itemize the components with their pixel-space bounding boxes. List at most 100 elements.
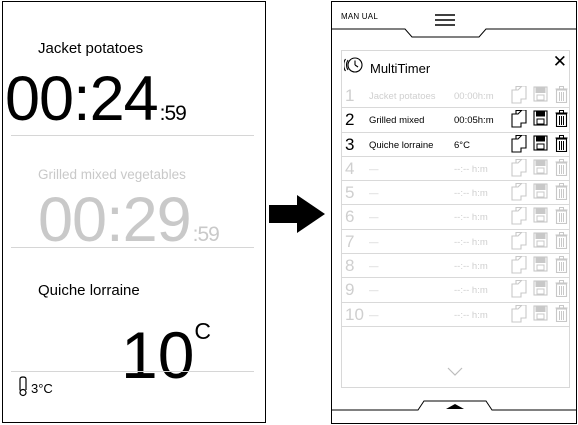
timer-row[interactable]: 6 — --:-- h:m: [342, 205, 569, 230]
row-number: 10: [345, 304, 364, 324]
panel-title: MultiTimer: [370, 61, 431, 76]
timer-row[interactable]: 8 — --:-- h:m: [342, 254, 569, 279]
row-number: 4: [345, 158, 355, 178]
save-icon[interactable]: [533, 305, 548, 326]
panel-header: MultiTimer ✕: [342, 51, 569, 79]
timer-row[interactable]: 1 Jacket potatoes 00:00h:m: [342, 84, 569, 109]
row-value: --:-- h:m: [454, 212, 488, 224]
row-value: --:-- h:m: [454, 188, 488, 200]
timer-list: 1 Jacket potatoes 00:00h:m 2 Grilled mixed 00…: [342, 84, 569, 327]
row-number: 7: [345, 231, 355, 251]
document-icon[interactable]: [511, 231, 527, 255]
mode-label: MAN UAL: [341, 12, 378, 21]
close-button[interactable]: ✕: [553, 53, 567, 70]
row-number: 6: [345, 207, 355, 227]
chevron-down-icon[interactable]: [447, 363, 463, 381]
hamburger-menu-icon[interactable]: [435, 13, 455, 26]
row-name: —: [369, 188, 379, 200]
row-number: 5: [345, 183, 355, 203]
row-name: —: [369, 285, 379, 297]
timer2-time: 00:29: [38, 185, 192, 255]
save-icon[interactable]: [533, 135, 548, 156]
row-name: —: [369, 212, 379, 224]
timer-overview-screen: Jacket potatoes 00:24:59 Grilled mixed v…: [2, 1, 266, 423]
document-icon[interactable]: [511, 134, 527, 158]
arrow-right-icon: [269, 195, 325, 238]
row-number: 1: [345, 86, 355, 105]
row-name: Grilled mixed: [369, 115, 425, 127]
document-icon[interactable]: [511, 279, 527, 303]
timer1-label: Jacket potatoes: [38, 40, 144, 57]
trash-icon[interactable]: [555, 183, 568, 205]
timer2-seconds: :59: [192, 223, 220, 246]
timer-row[interactable]: 4 — --:-- h:m: [342, 157, 569, 182]
multitimer-screen: MAN UAL MultiTimer ✕ 1 Jacket potatoes 00:…: [331, 1, 577, 424]
document-icon[interactable]: [511, 158, 527, 182]
timer2-display[interactable]: 00:29:59: [38, 189, 220, 252]
timer-row[interactable]: 7 — --:-- h:m: [342, 230, 569, 255]
document-icon[interactable]: [511, 255, 527, 279]
row-value: 00:05h:m: [454, 115, 494, 127]
row-value: --:-- h:m: [454, 236, 488, 248]
document-icon[interactable]: [511, 109, 527, 133]
divider: [11, 135, 254, 136]
timer1-display[interactable]: 00:24:59: [5, 68, 187, 131]
row-value: 00:00h:m: [454, 91, 494, 102]
row-name: Jacket potatoes: [369, 91, 436, 102]
divider: [11, 371, 254, 372]
probe-status: 3°C: [17, 376, 53, 401]
save-icon[interactable]: [533, 86, 548, 107]
document-icon[interactable]: [511, 182, 527, 206]
probe-reading: 3°C: [31, 381, 53, 396]
document-icon[interactable]: [511, 85, 527, 109]
row-number: 8: [345, 256, 355, 276]
timer-row[interactable]: 9 — --:-- h:m: [342, 278, 569, 303]
timer2-label: Grilled mixed vegetables: [38, 167, 186, 182]
timer-row[interactable]: 2 Grilled mixed 00:05h:m: [342, 108, 569, 133]
chevron-up-icon[interactable]: [446, 404, 464, 409]
trash-icon[interactable]: [555, 231, 568, 254]
timer-row[interactable]: 10 — --:-- h:m: [342, 303, 569, 327]
trash-icon[interactable]: [555, 280, 568, 302]
timer-row[interactable]: 3 Quiche lorraine 6°C: [342, 133, 569, 157]
document-icon[interactable]: [511, 206, 527, 230]
save-icon[interactable]: [533, 183, 548, 204]
row-number: 2: [345, 110, 355, 130]
probe-thermometer-icon: [17, 376, 31, 401]
trash-icon[interactable]: [555, 207, 568, 229]
row-name: —: [369, 163, 379, 175]
trash-icon[interactable]: [555, 134, 568, 157]
row-number: 3: [345, 134, 355, 154]
timer3-unit: C: [194, 318, 212, 344]
save-icon[interactable]: [533, 280, 548, 301]
timer3-temp: 10: [121, 318, 195, 392]
row-name: —: [369, 261, 379, 273]
timer3-display[interactable]: 10C: [121, 320, 211, 389]
trash-icon[interactable]: [555, 86, 568, 108]
bottom-bar: [332, 400, 576, 411]
save-icon[interactable]: [533, 207, 548, 228]
row-value: --:-- h:m: [454, 285, 488, 297]
save-icon[interactable]: [533, 232, 548, 253]
row-name: —: [369, 309, 379, 321]
save-icon[interactable]: [533, 256, 548, 277]
timer-row[interactable]: 5 — --:-- h:m: [342, 181, 569, 206]
row-value: --:-- h:m: [454, 163, 488, 175]
save-icon[interactable]: [533, 110, 548, 131]
timer1-time: 00:24: [5, 64, 159, 134]
document-icon[interactable]: [511, 304, 527, 328]
multitimer-icon: [343, 55, 364, 80]
save-icon[interactable]: [533, 159, 548, 180]
row-number: 9: [345, 280, 355, 300]
divider: [11, 247, 254, 248]
trash-icon[interactable]: [555, 304, 568, 327]
row-value: --:-- h:m: [454, 261, 488, 273]
timer1-seconds: :59: [159, 102, 187, 125]
row-name: —: [369, 236, 379, 248]
trash-icon[interactable]: [555, 158, 568, 181]
trash-icon[interactable]: [555, 110, 568, 132]
timer3-label: Quiche lorraine: [38, 282, 140, 299]
row-name: Quiche lorraine: [369, 139, 434, 151]
row-value: 6°C: [454, 139, 470, 151]
trash-icon[interactable]: [555, 256, 568, 278]
